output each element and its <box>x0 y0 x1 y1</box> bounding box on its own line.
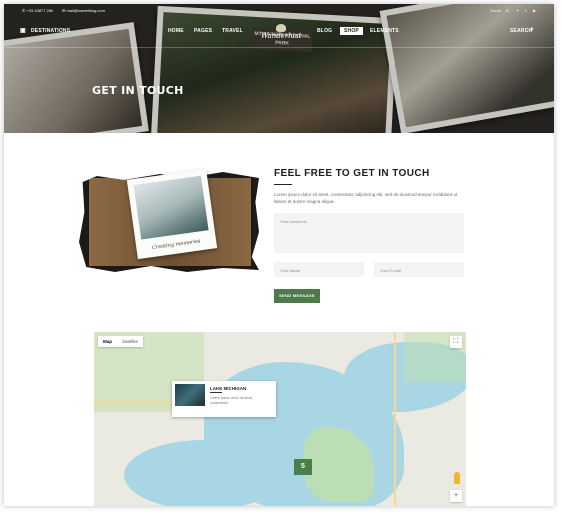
youtube-icon[interactable]: ▶ <box>533 8 536 13</box>
info-underline <box>210 392 222 393</box>
zoom-in-button[interactable]: + <box>450 490 462 502</box>
logo-badge-icon <box>276 24 286 32</box>
heading-underline <box>274 184 292 185</box>
polaroid-photo: Creating memories <box>126 168 218 260</box>
tab-map[interactable]: Map <box>98 336 117 347</box>
instagram-icon[interactable]: ◘ <box>506 8 508 13</box>
contact-lead: Lorem ipsum dolor sit amet, consectetur … <box>274 192 458 204</box>
top-bar: ✆ +33 43877 280 ✉ mail@something.com Soc… <box>4 4 554 18</box>
nav-shop[interactable]: SHOP <box>340 27 363 35</box>
polaroid-picture <box>133 175 209 240</box>
nav-blog[interactable]: BLOG <box>317 28 332 34</box>
polaroid-caption: Creating memories <box>151 238 201 252</box>
nav-destinations[interactable]: DESTINATIONS <box>31 28 70 34</box>
fullscreen-icon[interactable]: ⛶ <box>450 336 462 348</box>
bay-water <box>124 440 284 506</box>
highway-road-vertical <box>394 332 396 506</box>
info-thumbnail <box>175 384 205 406</box>
tab-satellite[interactable]: Satellite <box>117 336 143 347</box>
info-title: LAKE MICHIGAN <box>210 386 247 391</box>
facebook-icon[interactable]: f <box>525 8 526 13</box>
email-text[interactable]: ✉ mail@something.com <box>62 8 105 13</box>
nav-elements[interactable]: ELEMENTS <box>370 28 399 34</box>
destinations-menu-icon[interactable]: ▣ <box>20 27 26 34</box>
search-icon[interactable]: ⌕ <box>530 26 534 34</box>
main-nav: ▣ DESTINATIONS HOME PAGES TRAVEL Wanderl… <box>4 18 554 48</box>
nav-home[interactable]: HOME <box>168 28 184 34</box>
marker-cluster[interactable]: 5 <box>294 459 312 475</box>
name-field[interactable]: Your Name <box>274 262 364 277</box>
hero-title: GET IN TOUCH <box>92 84 184 97</box>
info-description: Lorem ipsum dolor sit amet, consectetur <box>210 396 254 405</box>
map-type-tabs: Map Satellite <box>98 336 144 347</box>
street-view-pegman-icon[interactable] <box>454 472 460 484</box>
comment-textarea[interactable]: Your comment... <box>274 213 464 253</box>
nav-pages[interactable]: PAGES <box>194 28 212 34</box>
nav-travel[interactable]: TRAVEL <box>222 28 243 34</box>
map-info-window: LAKE MICHIGAN Lorem ipsum dolor sit amet… <box>172 381 276 417</box>
twitter-icon[interactable]: ✦ <box>516 8 519 13</box>
contact-heading: FEEL FREE TO GET IN TOUCH <box>274 168 430 179</box>
send-message-button[interactable]: SEND MESSAGE <box>274 289 320 303</box>
map-widget[interactable]: Map Satellite ⛶ LAKE MICHIGAN Lorem ipsum… <box>94 332 466 506</box>
social-label: Social <box>490 8 501 13</box>
hero-section: MT RAINIER NATIONAL PARK ✆ +33 43877 280… <box>4 4 554 133</box>
site-logo[interactable]: Wanderlust <box>261 24 301 46</box>
nav-search[interactable]: SEARCH <box>510 28 532 34</box>
email-field[interactable]: Your E-mail <box>374 262 464 277</box>
phone-text[interactable]: ✆ +33 43877 280 <box>22 8 53 13</box>
page-frame: MT RAINIER NATIONAL PARK ✆ +33 43877 280… <box>4 4 554 506</box>
